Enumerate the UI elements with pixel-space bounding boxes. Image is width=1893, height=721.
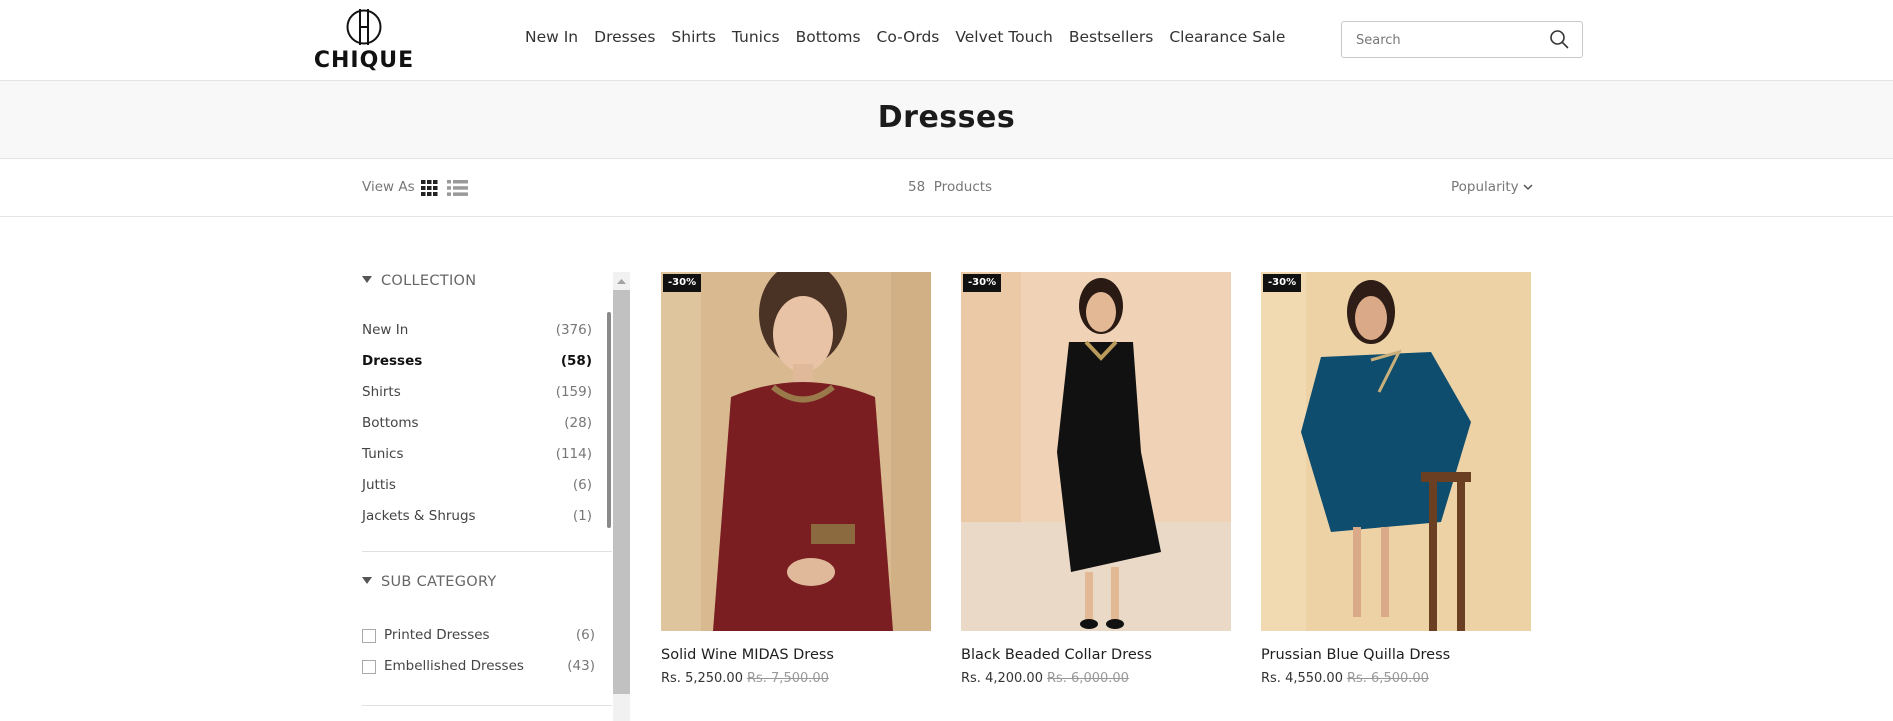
facet-label: Jackets & Shrugs <box>362 508 476 524</box>
caret-down-icon <box>362 577 372 584</box>
checkbox[interactable] <box>362 660 376 674</box>
facet-count: (28) <box>564 415 592 431</box>
sub-category-embellished-dresses[interactable]: Embellished Dresses (43) <box>362 658 595 678</box>
nav-item-velvet-touch[interactable]: Velvet Touch <box>955 28 1052 50</box>
list-view-icon[interactable] <box>447 180 468 196</box>
facet-count: (6) <box>572 477 592 493</box>
product-image[interactable] <box>661 272 931 631</box>
checkbox[interactable] <box>362 629 376 643</box>
sub-category-heading-label: SUB CATEGORY <box>381 574 497 590</box>
facet-count: (43) <box>567 658 595 674</box>
facet-label: Shirts <box>362 384 401 400</box>
facet-count: (58) <box>560 353 592 369</box>
nav-item-tunics[interactable]: Tunics <box>732 28 780 50</box>
product-card[interactable]: -30% Black Beaded Collar Dress Rs. 4,200… <box>961 272 1231 702</box>
sale-price: Rs. 4,550.00 <box>1261 671 1343 686</box>
chevron-down-icon[interactable] <box>1522 181 1534 193</box>
facet-label: New In <box>362 322 409 338</box>
original-price: Rs. 7,500.00 <box>746 671 829 686</box>
product-name[interactable]: Black Beaded Collar Dress <box>961 647 1152 663</box>
collection-filter-heading[interactable]: COLLECTION <box>362 273 476 289</box>
facet-count: (1) <box>572 508 592 524</box>
sale-price: Rs. 5,250.00 <box>661 671 743 686</box>
facet-count: (159) <box>555 384 592 400</box>
facet-count: (114) <box>555 446 592 462</box>
checkbox-label: Printed Dresses <box>384 627 490 643</box>
collection-item-jackets-shrugs[interactable]: Jackets & Shrugs (1) <box>362 508 592 528</box>
page-title: Dresses <box>877 100 1016 135</box>
discount-badge: -30% <box>963 274 1002 292</box>
original-price: Rs. 6,500.00 <box>1346 671 1429 686</box>
nav-item-dresses[interactable]: Dresses <box>594 28 655 50</box>
sort-select[interactable]: Popularity <box>1451 179 1519 195</box>
product-name[interactable]: Prussian Blue Quilla Dress <box>1261 647 1450 663</box>
search-box <box>1341 21 1583 58</box>
product-count-label: Products <box>933 179 993 195</box>
nav-item-new-in[interactable]: New In <box>525 28 578 50</box>
product-image[interactable] <box>961 272 1231 631</box>
collection-item-juttis[interactable]: Juttis (6) <box>362 477 592 497</box>
facet-count: (6) <box>575 627 595 643</box>
caret-down-icon <box>362 276 372 283</box>
filter-list-scroll-indicator[interactable] <box>607 312 611 528</box>
search-icon[interactable] <box>1549 29 1569 49</box>
brand-logo[interactable]: CHIQUE <box>312 6 416 76</box>
sub-category-filter-heading[interactable]: SUB CATEGORY <box>362 574 497 590</box>
product-price: Rs. 4,550.00 Rs. 6,500.00 <box>1261 671 1429 686</box>
product-name[interactable]: Solid Wine MIDAS Dress <box>661 647 834 663</box>
brand-name: CHIQUE <box>313 48 415 73</box>
sale-price: Rs. 4,200.00 <box>961 671 1043 686</box>
collection-item-shirts[interactable]: Shirts (159) <box>362 384 592 404</box>
product-photo-black-dress <box>961 272 1231 631</box>
discount-badge: -30% <box>663 274 702 292</box>
view-as-label: View As <box>362 179 415 195</box>
product-count-number: 58 <box>908 179 926 195</box>
discount-badge: -30% <box>1263 274 1302 292</box>
facet-count: (376) <box>555 322 592 338</box>
product-price: Rs. 4,200.00 Rs. 6,000.00 <box>961 671 1129 686</box>
product-photo-wine-dress <box>661 272 931 631</box>
grid-view-icon[interactable] <box>421 180 438 196</box>
sidebar-scrollbar-thumb[interactable] <box>613 290 630 694</box>
collection-item-bottoms[interactable]: Bottoms (28) <box>362 415 592 435</box>
nav-item-bestsellers[interactable]: Bestsellers <box>1069 28 1154 50</box>
product-card[interactable]: -30% Prussian Blue Quilla Dress Rs. 4,55… <box>1261 272 1531 702</box>
facet-label: Tunics <box>362 446 404 462</box>
collection-item-dresses[interactable]: Dresses (58) <box>362 353 592 373</box>
facet-label: Dresses <box>362 353 423 369</box>
product-card[interactable]: -30% Solid Wine MIDAS Dress Rs. 5,250.00… <box>661 272 931 702</box>
nav-item-clearance-sale[interactable]: Clearance Sale <box>1169 28 1285 50</box>
sub-category-printed-dresses[interactable]: Printed Dresses (6) <box>362 627 595 647</box>
dress-shape <box>713 382 893 631</box>
search-input[interactable] <box>1356 30 1546 50</box>
nav-item-co-ords[interactable]: Co-Ords <box>877 28 940 50</box>
nav-item-shirts[interactable]: Shirts <box>671 28 716 50</box>
product-image[interactable] <box>1261 272 1531 631</box>
product-price: Rs. 5,250.00 Rs. 7,500.00 <box>661 671 829 686</box>
checkbox-label: Embellished Dresses <box>384 658 524 674</box>
collection-item-new-in[interactable]: New In (376) <box>362 322 592 342</box>
facet-label: Bottoms <box>362 415 419 431</box>
collection-item-tunics[interactable]: Tunics (114) <box>362 446 592 466</box>
filter-divider <box>362 705 612 706</box>
main-nav: New In Dresses Shirts Tunics Bottoms Co-… <box>525 28 1301 50</box>
filter-divider <box>362 551 612 552</box>
collection-heading-label: COLLECTION <box>381 273 477 289</box>
original-price: Rs. 6,000.00 <box>1046 671 1129 686</box>
product-count: 58 Products <box>908 179 992 195</box>
logo-monogram-icon <box>346 9 382 45</box>
product-photo-blue-dress <box>1261 272 1531 631</box>
scroll-up-arrow-icon[interactable] <box>613 272 630 290</box>
facet-label: Juttis <box>362 477 396 493</box>
nav-item-bottoms[interactable]: Bottoms <box>796 28 861 50</box>
